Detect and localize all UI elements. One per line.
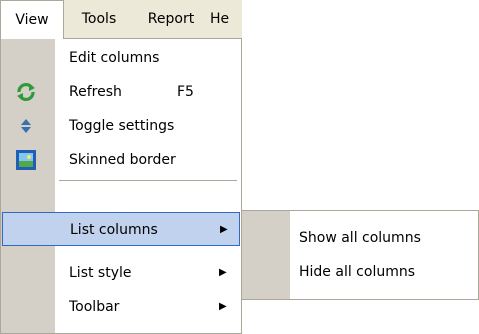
refresh-icon <box>15 81 37 103</box>
submenu-item-label: Hide all columns <box>299 264 416 280</box>
menu-tools[interactable]: Tools <box>66 0 132 38</box>
menu-item-refresh[interactable]: Refresh F5 <box>1 75 241 109</box>
menu-item-toolbar[interactable]: Toolbar ▶ <box>1 290 241 324</box>
menu-item-label: Edit columns <box>69 50 160 66</box>
menu-item-edit-columns[interactable]: Edit columns <box>1 41 241 75</box>
menu-report[interactable]: Report <box>134 0 208 38</box>
submenu-arrow-icon: ▶ <box>220 224 228 235</box>
menu-item-skinned-border[interactable]: Skinned border <box>1 143 241 177</box>
menu-item-toggle-settings[interactable]: Toggle settings <box>1 109 241 143</box>
view-menu-dropdown: Edit columns Refresh F5 Toggle settings <box>0 38 242 334</box>
menu-bar: View Tools Report He <box>0 0 242 39</box>
submenu-item-show-all-columns[interactable]: Show all columns <box>242 221 478 255</box>
menu-view[interactable]: View <box>0 0 64 39</box>
menu-item-label: Skinned border <box>69 152 176 168</box>
toggle-icon <box>15 115 37 137</box>
menu-help[interactable]: He <box>210 0 242 38</box>
submenu-item-hide-all-columns[interactable]: Hide all columns <box>242 255 478 289</box>
menu-item-list-columns[interactable]: List columns ▶ <box>2 212 240 246</box>
menu-item-label: Toggle settings <box>69 118 175 134</box>
menu-item-list-style[interactable]: List style ▶ <box>1 256 241 290</box>
menu-item-label: List style <box>69 265 132 281</box>
submenu-arrow-icon: ▶ <box>219 267 227 278</box>
menu-item-label: Toolbar <box>69 299 120 315</box>
submenu-arrow-icon: ▶ <box>219 301 227 312</box>
skinned-border-icon <box>15 149 37 171</box>
menu-separator <box>59 180 237 181</box>
list-columns-submenu: Show all columns Hide all columns <box>241 210 479 300</box>
shortcut-label: F5 <box>177 84 194 100</box>
menu-item-label: Refresh <box>69 84 122 100</box>
menu-item-label: List columns <box>70 222 158 238</box>
submenu-item-label: Show all columns <box>299 230 421 246</box>
